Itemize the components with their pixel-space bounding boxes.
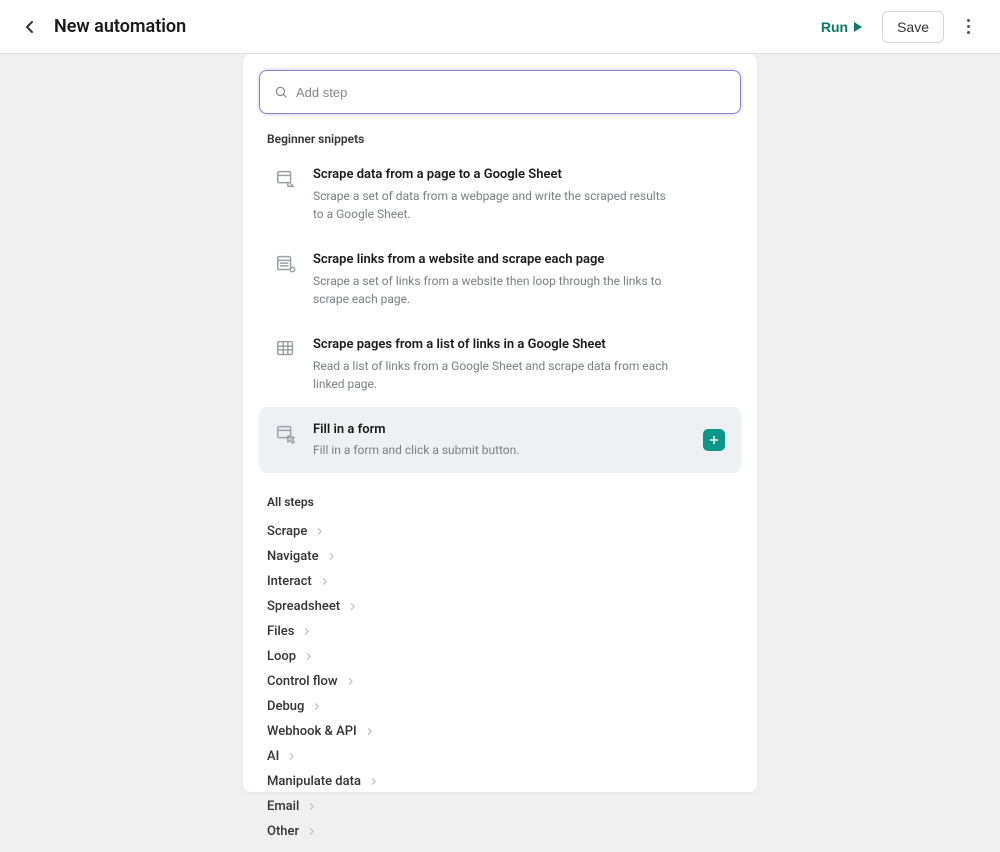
- chevron-right-icon: [307, 802, 316, 811]
- header-left: New automation: [20, 16, 186, 37]
- plus-icon: [708, 434, 720, 446]
- snippet-icon: [275, 168, 297, 190]
- chevron-right-icon: [307, 827, 316, 836]
- category-item[interactable]: Debug: [267, 694, 733, 719]
- category-item[interactable]: Other: [267, 819, 733, 844]
- category-label: Spreadsheet: [267, 599, 340, 614]
- save-button[interactable]: Save: [882, 11, 944, 43]
- category-label: Loop: [267, 649, 296, 664]
- category-list: Scrape Navigate Interact Spreadsheet Files Lo…: [259, 515, 741, 844]
- chevron-right-icon: [327, 552, 336, 561]
- snippet-desc: Scrape a set of links from a website the…: [313, 272, 673, 308]
- snippet-icon: [275, 423, 297, 445]
- category-item[interactable]: Spreadsheet: [267, 594, 733, 619]
- category-item[interactable]: Navigate: [267, 544, 733, 569]
- page-title: New automation: [54, 16, 186, 37]
- chevron-right-icon: [315, 527, 324, 536]
- more-menu-button[interactable]: [956, 15, 980, 39]
- play-icon: [854, 22, 862, 32]
- chevron-right-icon: [346, 677, 355, 686]
- snippet-body: Scrape pages from a list of links in a G…: [313, 336, 725, 393]
- snippet-desc: Fill in a form and click a submit button…: [313, 441, 673, 459]
- main-panel: Beginner snippets Scrape data from a pag…: [243, 54, 757, 792]
- category-label: AI: [267, 749, 279, 764]
- snippets-section-label: Beginner snippets: [267, 132, 733, 146]
- header-right: Run Save: [813, 11, 980, 43]
- category-label: Control flow: [267, 674, 338, 689]
- snippet-item[interactable]: Fill in a formFill in a form and click a…: [259, 407, 741, 474]
- content-area: Beginner snippets Scrape data from a pag…: [0, 54, 1000, 852]
- snippet-item[interactable]: Scrape links from a website and scrape e…: [259, 237, 741, 322]
- add-step-field[interactable]: [259, 70, 741, 114]
- snippet-item[interactable]: Scrape pages from a list of links in a G…: [259, 322, 741, 407]
- snippet-desc: Scrape a set of data from a webpage and …: [313, 187, 673, 223]
- add-snippet-button[interactable]: [703, 429, 725, 451]
- category-item[interactable]: Control flow: [267, 669, 733, 694]
- chevron-right-icon: [320, 577, 329, 586]
- chevron-right-icon: [304, 652, 313, 661]
- snippet-body: Scrape links from a website and scrape e…: [313, 251, 725, 308]
- category-item[interactable]: Webhook & API: [267, 719, 733, 744]
- category-item[interactable]: Interact: [267, 569, 733, 594]
- add-step-input[interactable]: [260, 71, 740, 113]
- category-label: Files: [267, 624, 294, 639]
- chevron-right-icon: [369, 777, 378, 786]
- category-label: Debug: [267, 699, 304, 714]
- snippet-body: Scrape data from a page to a Google Shee…: [313, 166, 725, 223]
- snippet-item[interactable]: Scrape data from a page to a Google Shee…: [259, 152, 741, 237]
- chevron-right-icon: [365, 727, 374, 736]
- snippet-title: Scrape links from a website and scrape e…: [313, 251, 725, 270]
- category-item[interactable]: AI: [267, 744, 733, 769]
- run-button-label: Run: [821, 19, 848, 35]
- category-item[interactable]: Loop: [267, 644, 733, 669]
- category-item[interactable]: Scrape: [267, 519, 733, 544]
- run-button[interactable]: Run: [813, 13, 870, 41]
- chevron-right-icon: [302, 627, 311, 636]
- snippet-title: Scrape pages from a list of links in a G…: [313, 336, 725, 355]
- category-label: Email: [267, 799, 299, 814]
- category-item[interactable]: Email: [267, 794, 733, 819]
- search-icon: [274, 85, 288, 99]
- header-bar: New automation Run Save: [0, 0, 1000, 54]
- chevron-right-icon: [287, 752, 296, 761]
- snippet-list: Scrape data from a page to a Google Shee…: [259, 152, 741, 473]
- category-label: Other: [267, 824, 299, 839]
- chevron-left-icon: [22, 19, 38, 35]
- category-label: Webhook & API: [267, 724, 357, 739]
- category-label: Interact: [267, 574, 312, 589]
- snippet-title: Fill in a form: [313, 421, 687, 440]
- category-label: Navigate: [267, 549, 319, 564]
- dot-icon: [967, 19, 970, 22]
- category-label: Manipulate data: [267, 774, 361, 789]
- app-root: New automation Run Save Beginner snippet…: [0, 0, 1000, 852]
- dot-icon: [967, 31, 970, 34]
- snippet-icon: [275, 338, 297, 360]
- snippet-body: Fill in a formFill in a form and click a…: [313, 421, 687, 460]
- snippet-icon: [275, 253, 297, 275]
- chevron-right-icon: [312, 702, 321, 711]
- back-button[interactable]: [20, 17, 40, 37]
- category-item[interactable]: Manipulate data: [267, 769, 733, 794]
- all-steps-section-label: All steps: [267, 495, 733, 509]
- snippet-desc: Read a list of links from a Google Sheet…: [313, 357, 673, 393]
- dot-icon: [967, 25, 970, 28]
- chevron-right-icon: [348, 602, 357, 611]
- category-item[interactable]: Files: [267, 619, 733, 644]
- snippet-title: Scrape data from a page to a Google Shee…: [313, 166, 725, 185]
- category-label: Scrape: [267, 524, 307, 539]
